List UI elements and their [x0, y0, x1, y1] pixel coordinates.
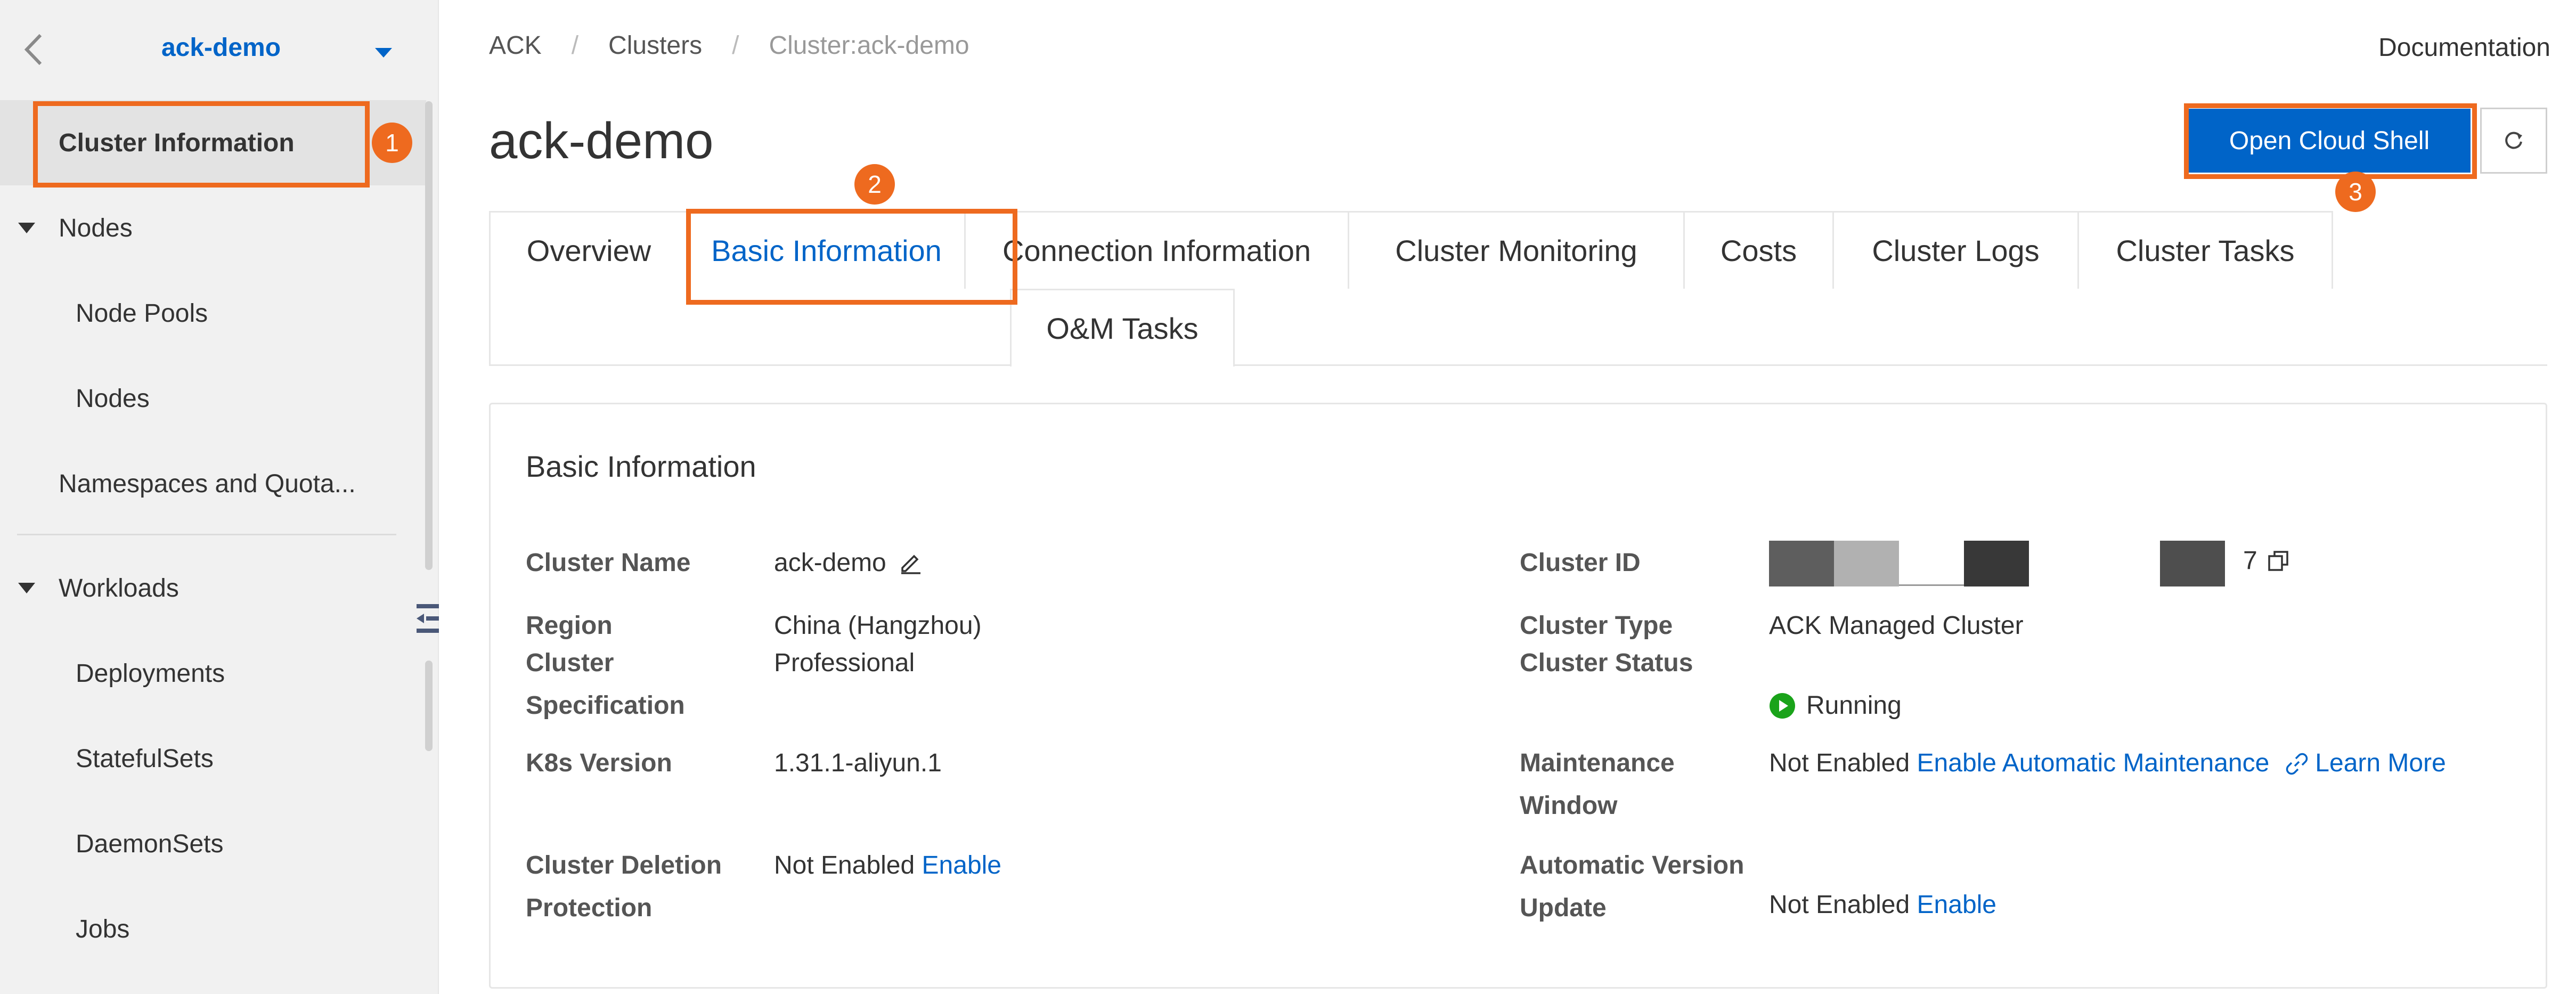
maintenance-window-label: Maintenance Window: [1520, 749, 1675, 820]
chevron-left-icon[interactable]: [20, 31, 47, 68]
sidebar-divider: [17, 534, 396, 535]
region-value: China (Hangzhou): [774, 612, 982, 640]
link-icon: [2286, 753, 2308, 775]
caret-down-icon[interactable]: [373, 45, 394, 61]
sidebar-item-daemonsets[interactable]: DaemonSets: [0, 801, 426, 886]
callout-box-1: [33, 101, 370, 188]
refresh-icon: [2505, 132, 2522, 149]
caret-down-icon: [18, 223, 35, 233]
redacted-block: [2160, 541, 2225, 586]
breadcrumb-item-ack[interactable]: ACK: [489, 31, 542, 60]
sidebar-item-namespaces[interactable]: Namespaces and Quota...: [0, 441, 426, 526]
redacted-block: [1899, 584, 1964, 586]
page-title: ack-demo: [489, 112, 714, 169]
tab-overview[interactable]: Overview: [489, 211, 689, 289]
copy-icon[interactable]: [2267, 550, 2289, 572]
breadcrumb-item-clusters[interactable]: Clusters: [608, 31, 702, 60]
region-label: Region: [526, 612, 613, 640]
automatic-version-update-label: Automatic Version Update: [1520, 851, 1744, 922]
k8s-version-value: 1.31.1-aliyun.1: [774, 749, 942, 777]
sidebar-item-deployments[interactable]: Deployments: [0, 631, 426, 716]
cluster-id-label: Cluster ID: [1520, 549, 1641, 577]
sidebar-item-jobs[interactable]: Jobs: [0, 886, 426, 972]
k8s-version-label: K8s Version: [526, 749, 672, 777]
cluster-specification-value: Professional: [774, 649, 915, 677]
callout-box-2: [686, 209, 1017, 305]
tab-cluster-tasks[interactable]: Cluster Tasks: [2079, 211, 2333, 289]
cluster-deletion-protection-label: Cluster Deletion Protection: [526, 851, 722, 922]
cluster-deletion-protection-value: Not Enabled Enable: [774, 851, 1001, 879]
redacted-block: [1834, 541, 1899, 586]
cluster-status-value: Running: [1769, 685, 1902, 727]
sidebar-item-statefulsets[interactable]: StatefulSets: [0, 716, 426, 801]
tab-costs[interactable]: Costs: [1685, 211, 1834, 289]
callout-badge-2: 2: [854, 164, 895, 205]
automatic-version-update-value: Not Enabled Enable: [1769, 891, 1996, 919]
cluster-specification-label: Cluster Specification: [526, 649, 685, 720]
refresh-button[interactable]: [2480, 108, 2547, 174]
cluster-type-value: ACK Managed Cluster: [1769, 612, 2024, 640]
breadcrumb-item-current: Cluster:ack-demo: [769, 31, 969, 60]
tab-connection-information[interactable]: Connection Information: [966, 211, 1349, 289]
cluster-name-label: Cluster Name: [526, 549, 691, 577]
tab-cluster-monitoring[interactable]: Cluster Monitoring: [1349, 211, 1685, 289]
breadcrumb: ACK / Clusters / Cluster:ack-demo: [489, 31, 969, 60]
card-title: Basic Information: [526, 450, 756, 483]
sidebar-group-nodes[interactable]: Nodes: [0, 185, 426, 271]
callout-badge-1: 1: [372, 123, 412, 163]
scrollbar-thumb[interactable]: [425, 101, 433, 570]
redacted-block: [1964, 541, 2029, 586]
caret-down-icon: [18, 583, 35, 593]
enable-deletion-protection-link[interactable]: Enable: [922, 851, 1001, 879]
documentation-link[interactable]: Documentation: [2378, 33, 2550, 62]
enable-automatic-maintenance-link[interactable]: Enable Automatic Maintenance: [1917, 749, 2270, 777]
cluster-name-value: ack-demo: [774, 542, 923, 584]
maintenance-window-value: Not Enabled Enable Automatic Maintenance…: [1769, 749, 2446, 777]
cluster-type-label: Cluster Type: [1520, 612, 1673, 640]
callout-badge-3: 3: [2335, 172, 2376, 212]
cluster-id-value: 7: [1769, 541, 2302, 586]
enable-automatic-version-update-link[interactable]: Enable: [1917, 891, 1996, 919]
tab-om-tasks[interactable]: O&M Tasks: [1010, 289, 1235, 366]
sidebar-group-workloads[interactable]: Workloads: [0, 545, 426, 631]
breadcrumb-separator: /: [732, 31, 739, 60]
sidebar-scrollbar[interactable]: [425, 96, 433, 994]
learn-more-link[interactable]: Learn More: [2315, 749, 2445, 777]
basic-information-card: Basic Information Cluster Name ack-demo …: [489, 403, 2547, 989]
cluster-status-label: Cluster Status: [1520, 649, 1693, 677]
breadcrumb-separator: /: [571, 31, 579, 60]
collapse-sidebar-icon[interactable]: [414, 601, 441, 636]
scrollbar-thumb-lower[interactable]: [425, 661, 433, 751]
redacted-block: [1769, 541, 1834, 586]
tab-cluster-logs[interactable]: Cluster Logs: [1834, 211, 2079, 289]
edit-icon[interactable]: [898, 550, 923, 574]
sidebar-header: ack-demo: [0, 0, 426, 96]
callout-box-3: [2184, 103, 2477, 179]
sidebar-item-node-pools[interactable]: Node Pools: [0, 271, 426, 356]
sidebar-item-nodes[interactable]: Nodes: [0, 356, 426, 441]
cluster-switcher[interactable]: ack-demo: [96, 33, 346, 62]
running-status-icon: [1770, 693, 1795, 719]
